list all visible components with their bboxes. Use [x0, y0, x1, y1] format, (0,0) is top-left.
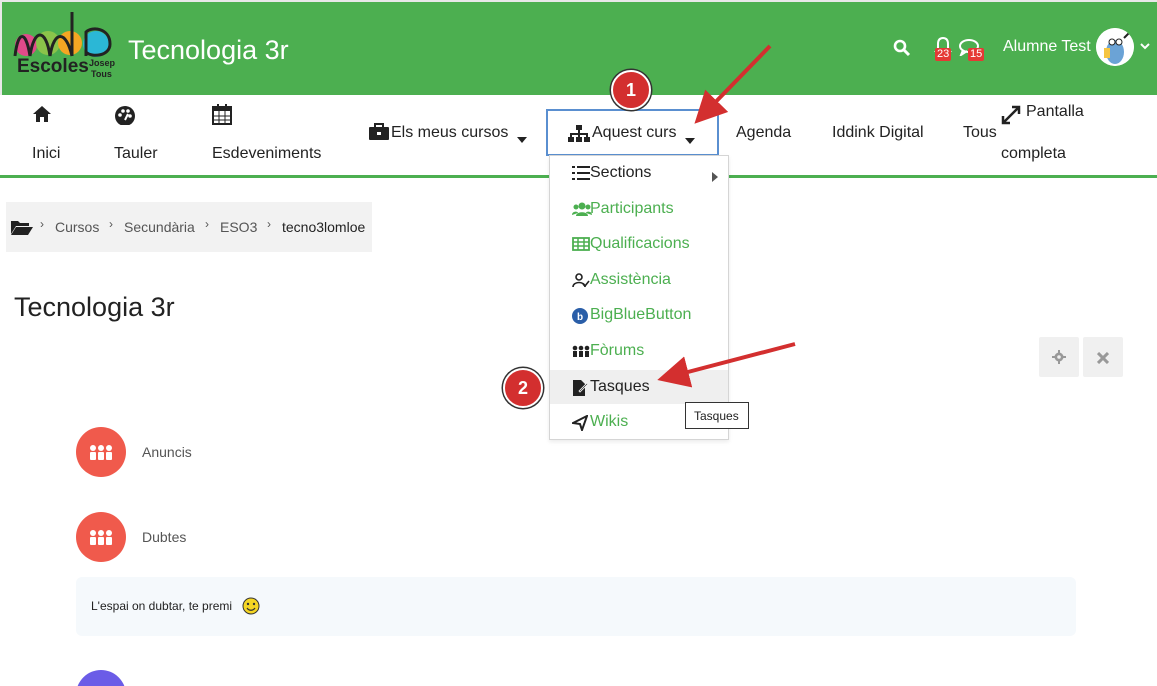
page-title: Tecnologia 3r: [14, 292, 175, 322]
dropdown-item-bigbluebutton[interactable]: b BigBlueButton: [550, 298, 728, 332]
breadcrumb-item-secundaria[interactable]: Secundària: [124, 219, 195, 235]
breadcrumb-item-eso3[interactable]: ESO3: [220, 219, 257, 235]
caret-down-icon: [517, 130, 527, 148]
dropdown-item-qualificacions[interactable]: Qualificacions: [550, 227, 728, 261]
aquest-curs-dropdown: Sections Participants Qualificacions Ass…: [549, 155, 729, 440]
sitemap-icon: [568, 125, 590, 148]
dropdown-item-forums[interactable]: Fòrums: [550, 334, 728, 368]
nav-item-els-meus-cursos[interactable]: Els meus cursos: [368, 123, 533, 145]
chevron-down-icon[interactable]: [1140, 40, 1150, 54]
activity-link-anuncis[interactable]: Anuncis: [142, 444, 192, 460]
nav-item-tous[interactable]: Tous: [963, 124, 997, 142]
nav-item-label: Inici: [32, 145, 61, 162]
attendance-icon: [572, 273, 590, 294]
list-icon: [572, 166, 590, 185]
activity-icon-dubtes[interactable]: [76, 512, 126, 562]
fullscreen-label-line2: completa: [1001, 145, 1066, 162]
messages-count-badge: 15: [968, 48, 985, 61]
dropdown-item-label: Fòrums: [590, 342, 645, 359]
dropdown-item-assistencia[interactable]: Assistència: [550, 263, 728, 297]
bigbluebutton-icon: b: [572, 308, 588, 329]
activity-icon-anuncis[interactable]: [76, 427, 126, 477]
chevron-right-icon: ›: [267, 217, 271, 231]
wiki-icon: [569, 413, 589, 436]
nav-item-aquest-curs[interactable]: Aquest curs: [546, 109, 719, 156]
chevron-right-icon: [712, 169, 718, 187]
nav-item-label: Esdeveniments: [212, 145, 322, 162]
dropdown-item-label: Tasques: [590, 378, 650, 395]
nav-item-label: Els meus cursos: [391, 124, 509, 141]
chevron-right-icon: ›: [109, 217, 113, 231]
chevron-right-icon: ›: [205, 217, 209, 231]
dropdown-item-label: Qualificacions: [590, 235, 690, 252]
calendar-icon: [212, 103, 232, 130]
description-text: L'espai on dubtar, te premi: [91, 599, 233, 613]
smiley-icon: [242, 597, 260, 618]
user-name[interactable]: Alumne Test: [1003, 38, 1091, 56]
nav-item-label: Tauler: [114, 145, 158, 162]
activity-icon-next[interactable]: [76, 670, 126, 686]
folder-open-icon[interactable]: [11, 219, 33, 238]
nav-item-iddink-digital[interactable]: Iddink Digital: [832, 124, 924, 142]
breadcrumb: › Cursos › Secundària › ESO3 › tecno3lom…: [6, 202, 372, 252]
annotation-marker-1: 1: [611, 70, 651, 110]
forum-icon: [89, 529, 113, 550]
avatar-image: [1096, 28, 1134, 66]
nav-item-esdeveniments[interactable]: Esdeveniments: [212, 103, 327, 165]
dropdown-item-label: Participants: [590, 200, 674, 217]
table-icon: [572, 237, 590, 256]
settings-button[interactable]: [1039, 337, 1079, 377]
dropdown-item-label: BigBlueButton: [590, 306, 692, 323]
site-header: Escoles Josep Tous Tecnologia 3r 23 15 A…: [0, 0, 1157, 95]
tasques-tooltip: Tasques: [685, 402, 749, 429]
activity-description: L'espai on dubtar, te premi: [76, 577, 1076, 636]
dashboard-icon: [114, 105, 136, 130]
expand-icon: [1001, 105, 1021, 130]
caret-down-icon: [685, 131, 695, 149]
chevron-right-icon: ›: [40, 217, 44, 231]
search-icon[interactable]: [893, 39, 911, 62]
breadcrumb-item-current: tecno3lomloe: [282, 219, 366, 235]
site-logo[interactable]: Escoles Josep Tous: [12, 10, 116, 86]
dropdown-item-sections[interactable]: Sections: [550, 156, 728, 190]
forum-icon: [89, 444, 113, 465]
gear-icon: [1052, 350, 1066, 369]
close-icon: [1096, 351, 1110, 369]
logo-text-josep: Josep: [89, 58, 116, 68]
nav-item-tauler[interactable]: Tauler: [114, 105, 174, 165]
dropdown-item-tasques[interactable]: Tasques: [550, 370, 728, 404]
dropdown-item-participants[interactable]: Participants: [550, 192, 728, 226]
activity-link-dubtes[interactable]: Dubtes: [142, 529, 186, 545]
forum-icon: [572, 344, 590, 362]
logo-text-escoles: Escoles: [17, 56, 89, 77]
svg-text:b: b: [577, 312, 583, 323]
avatar[interactable]: [1096, 28, 1134, 66]
nav-item-inici[interactable]: Inici: [32, 105, 72, 165]
notification-count-badge: 23: [935, 48, 952, 61]
logo-text-tous: Tous: [91, 69, 112, 79]
fullscreen-label-line1: Pantalla: [1026, 103, 1084, 120]
site-title[interactable]: Tecnologia 3r: [128, 35, 289, 66]
home-icon: [32, 105, 52, 128]
nav-item-agenda[interactable]: Agenda: [736, 124, 791, 142]
assignment-icon: [572, 380, 589, 401]
dropdown-item-label: Wikis: [590, 413, 629, 430]
briefcase-icon: [368, 123, 390, 146]
annotation-marker-2: 2: [503, 368, 543, 408]
breadcrumb-item-cursos[interactable]: Cursos: [55, 219, 99, 235]
nav-item-label: Aquest curs: [592, 124, 677, 141]
close-button[interactable]: [1083, 337, 1123, 377]
dropdown-item-label: Sections: [590, 164, 652, 181]
users-icon: [572, 202, 592, 221]
fullscreen-toggle[interactable]: Pantalla completa: [1001, 103, 1101, 165]
dropdown-item-label: Assistència: [590, 271, 671, 288]
